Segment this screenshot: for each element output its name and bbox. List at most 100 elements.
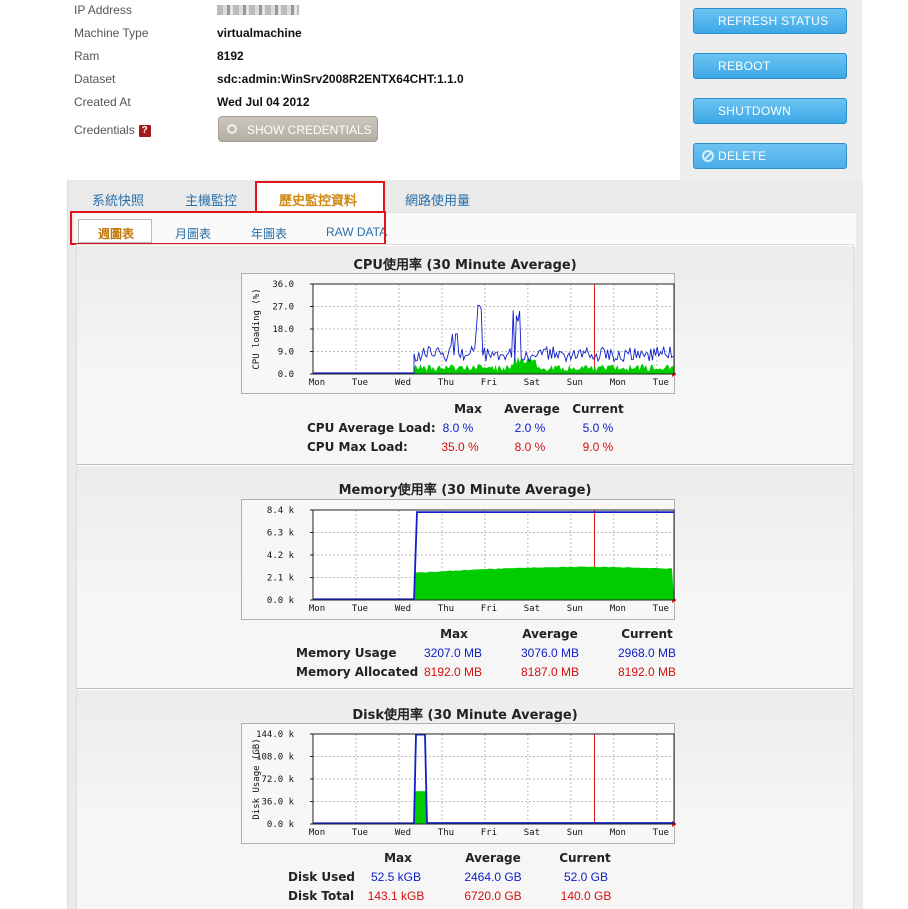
disk-used-avg: 2464.0 GB: [464, 870, 522, 884]
delete-button[interactable]: DELETE: [693, 143, 847, 169]
disk-x-tick: Tue: [653, 828, 669, 838]
cpu-x-tick: Thu: [438, 378, 454, 388]
delete-label: DELETE: [718, 149, 767, 163]
memory-y-tick: 6.3 k: [267, 529, 295, 539]
tab-network-usage[interactable]: 網路使用量: [405, 190, 470, 209]
memory-x-tick: Mon: [610, 604, 626, 614]
cpu-x-tick: Tue: [653, 378, 669, 388]
credentials-label: Credentials: [74, 123, 135, 137]
disk-x-tick: Wed: [395, 828, 411, 838]
disk-x-tick: Mon: [309, 828, 325, 838]
memory-chart: 8.4 k 6.3 k 4.2 k 2.1 k 0.0 k Mon Tue Wed Thu Fri…: [241, 499, 676, 620]
cpu-x-tick: Tue: [352, 378, 368, 388]
disk-y-tick: 72.0 k: [261, 775, 294, 785]
highlight-box-subtabs: [70, 211, 386, 245]
cpu-y-tick: 0.0: [278, 370, 294, 380]
memory-usage-avg: 3076.0 MB: [520, 646, 580, 660]
disk-total-max: 143.1 kGB: [367, 889, 425, 903]
tab-host-monitor[interactable]: 主機監控: [185, 190, 237, 209]
memory-usage-area: [413, 566, 674, 600]
cpu-x-tick: Sun: [567, 378, 583, 388]
disk-current-header: Current: [559, 851, 611, 865]
disk-x-tick: Tue: [352, 828, 368, 838]
cpu-x-tick: Mon: [309, 378, 325, 388]
memory-current-header: Current: [621, 627, 673, 641]
shutdown-button[interactable]: SHUTDOWN: [693, 98, 847, 124]
memory-y-tick: 2.1 k: [267, 574, 295, 584]
disk-used-area: [414, 791, 426, 824]
cpu-x-tick: Fri: [481, 378, 497, 388]
disk-average-header: Average: [465, 851, 521, 865]
disk-x-tick: Fri: [481, 828, 497, 838]
memory-x-tick: Tue: [653, 604, 669, 614]
key-icon: [227, 124, 237, 134]
disk-total-current: 140.0 GB: [560, 889, 612, 903]
machine-type-value: virtualmachine: [217, 26, 302, 40]
disk-used-current: 52.0 GB: [563, 870, 609, 884]
tab-snapshot[interactable]: 系統快照: [92, 190, 144, 209]
reboot-button[interactable]: REBOOT: [693, 53, 847, 79]
memory-y-tick: 4.2 k: [267, 551, 295, 561]
show-credentials-label: SHOW CREDENTIALS: [247, 123, 372, 137]
memory-allocated-avg: 8187.0 MB: [520, 665, 580, 679]
cpu-y-tick: 36.0: [272, 280, 294, 290]
ram-value: 8192: [217, 49, 244, 63]
memory-y-tick: 0.0 k: [267, 596, 295, 606]
memory-allocated-label: Memory Allocated: [296, 665, 419, 679]
created-at-value: Wed Jul 04 2012: [217, 95, 310, 109]
cpu-average-header: Average: [504, 402, 560, 416]
refresh-status-button[interactable]: REFRESH STATUS: [693, 8, 847, 34]
prohibited-icon: [702, 150, 714, 162]
cpu-current-header: Current: [572, 402, 624, 416]
disk-total-avg: 6720.0 GB: [464, 889, 522, 903]
memory-chart-svg: 8.4 k 6.3 k 4.2 k 2.1 k 0.0 k Mon Tue Wed Thu Fri…: [267, 506, 676, 614]
disk-used-label: Disk Used: [288, 870, 355, 884]
memory-x-tick: Sat: [524, 604, 540, 614]
cpu-chart-title: CPU使用率 (30 Minute Average): [353, 258, 577, 273]
disk-x-tick: Thu: [438, 828, 454, 838]
show-credentials-button[interactable]: SHOW CREDENTIALS: [218, 116, 378, 142]
help-icon[interactable]: ?: [138, 124, 151, 137]
memory-x-tick: Thu: [438, 604, 454, 614]
machine-type-label: Machine Type: [74, 26, 149, 40]
dataset-value: sdc:admin:WinSrv2008R2ENTX64CHT:1.1.0: [217, 72, 464, 86]
highlight-box-tab: [255, 181, 385, 214]
disk-chart: 144.0 k 108.0 k 72.0 k 36.0 k 0.0 k Mon Tue Wed…: [241, 723, 676, 844]
cpu-max-load-avg: 8.0 %: [514, 440, 546, 454]
ip-address-value-redacted: [217, 5, 299, 15]
cpu-average-load-current: 5.0 %: [582, 421, 614, 435]
memory-average-header: Average: [522, 627, 578, 641]
disk-chart-title: Disk使用率 (30 Minute Average): [352, 708, 578, 723]
memory-x-tick: Tue: [352, 604, 368, 614]
ip-address-label: IP Address: [74, 3, 132, 17]
cpu-max-header: Max: [454, 402, 482, 416]
disk-x-tick: Mon: [610, 828, 626, 838]
memory-section: Memory使用率 (30 Minute Average) 8.4 k 6.3 k…: [77, 466, 853, 689]
cpu-max-load-max: 35.0 %: [441, 440, 479, 454]
cpu-average-load-avg: 2.0 %: [514, 421, 546, 435]
cpu-section: CPU使用率 (30 Minute Average) 36.0 27.0 18.0 9…: [77, 246, 853, 465]
memory-x-tick: Sun: [567, 604, 583, 614]
memory-y-tick: 8.4 k: [267, 506, 295, 516]
cpu-average-load-max: 8.0 %: [442, 421, 474, 435]
monitoring-panel: 系統快照 主機監控 歷史監控資料 網路使用量 週圖表 月圖表 年圖表 RAW D…: [67, 180, 863, 909]
cpu-max-load-label: CPU Max Load:: [307, 440, 408, 454]
memory-allocated-max: 8192.0 MB: [423, 665, 483, 679]
disk-x-tick: Sun: [567, 828, 583, 838]
disk-y-tick: 36.0 k: [261, 798, 294, 808]
ram-label: Ram: [74, 49, 100, 63]
cpu-y-axis-label: CPU loading (%): [252, 288, 262, 369]
memory-chart-title: Memory使用率 (30 Minute Average): [338, 483, 592, 498]
memory-max-header: Max: [440, 627, 468, 641]
memory-usage-max: 3207.0 MB: [423, 646, 483, 660]
memory-x-tick: Fri: [481, 604, 497, 614]
credentials-label-row: Credentials?: [74, 123, 151, 137]
actions-panel: REFRESH STATUS REBOOT SHUTDOWN DELETE: [680, 0, 862, 180]
memory-x-tick: Wed: [395, 604, 411, 614]
disk-y-axis-label: Disk Usage (GB): [252, 738, 262, 819]
cpu-y-tick: 27.0: [272, 303, 294, 313]
cpu-y-tick: 9.0: [278, 348, 294, 358]
disk-section: Disk使用率 (30 Minute Average) 144.0 k 108.0…: [77, 690, 853, 909]
disk-total-label: Disk Total: [288, 889, 355, 903]
memory-allocated-current: 8192.0 MB: [617, 665, 677, 679]
